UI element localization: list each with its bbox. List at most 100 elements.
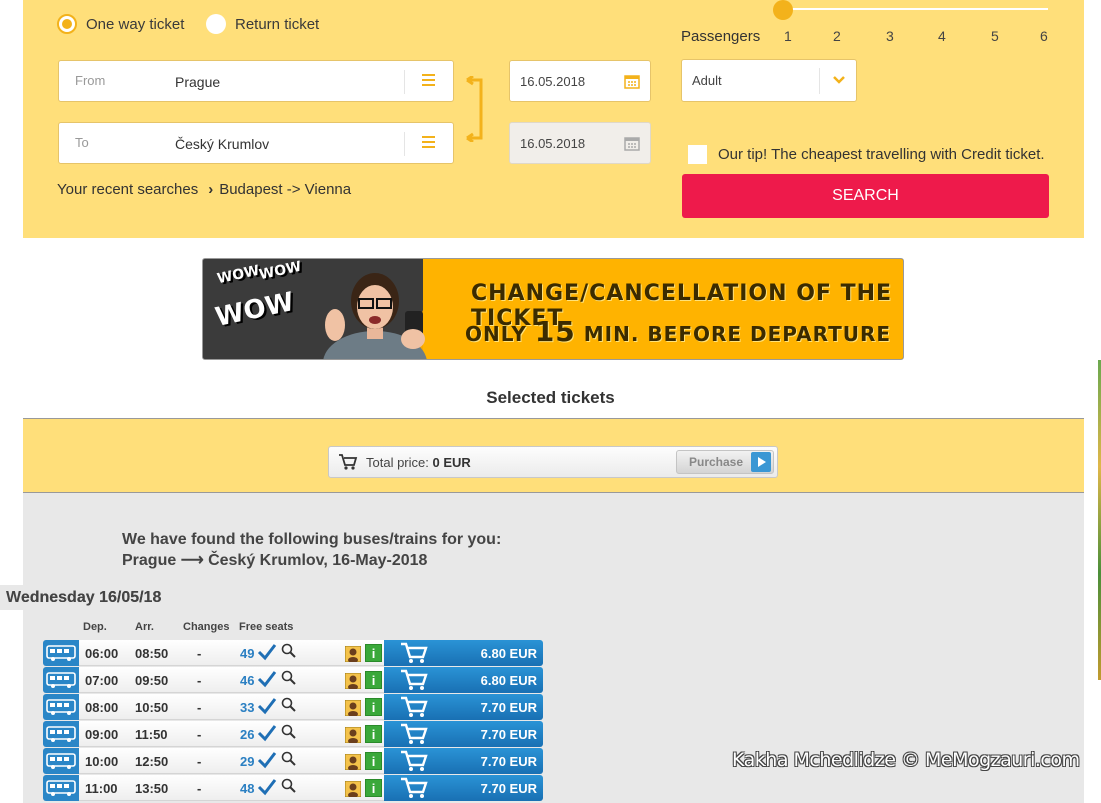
divider <box>404 132 405 156</box>
depart-date-value: 16.05.2018 <box>520 74 586 89</box>
swap-icon[interactable] <box>465 76 487 142</box>
chevron-down-icon <box>833 76 845 84</box>
promo-banner[interactable]: WOW WOW WOW CHANGE/CANCELLATION OF THE T… <box>202 258 904 360</box>
departure-time: 10:00 <box>85 754 119 769</box>
row-details: 06:00 08:50 - 49 i <box>79 640 384 666</box>
radio-selected-icon <box>57 14 77 34</box>
info-icon[interactable]: i <box>365 671 382 689</box>
return-radio[interactable]: Return ticket <box>206 14 319 34</box>
row-details: 10:00 12:50 - 29 i <box>79 748 384 774</box>
search-icon[interactable] <box>281 724 297 745</box>
info-icon[interactable]: i <box>365 752 382 770</box>
table-row[interactable]: 07:00 09:50 - 46 i 6.80 EUR <box>43 667 543 693</box>
changes-value: - <box>197 727 202 742</box>
passenger-count-1[interactable]: 1 <box>784 28 792 44</box>
search-icon[interactable] <box>281 751 297 772</box>
check-icon <box>257 724 277 747</box>
list-icon[interactable] <box>422 136 435 150</box>
passengers-label: Passengers <box>681 28 761 45</box>
search-icon[interactable] <box>281 697 297 718</box>
changes-value: - <box>197 781 202 796</box>
passenger-count-2[interactable]: 2 <box>833 28 841 44</box>
departure-time: 06:00 <box>85 646 119 661</box>
search-button[interactable]: SEARCH <box>682 174 1049 218</box>
info-icon[interactable]: i <box>365 725 382 743</box>
calendar-icon[interactable] <box>624 73 640 89</box>
table-row[interactable]: 11:00 13:50 - 48 i 7.70 EUR <box>43 775 543 801</box>
bus-icon <box>43 721 79 747</box>
passengers-slider-handle[interactable] <box>773 0 793 20</box>
free-seats-value: 46 <box>240 673 255 688</box>
one-way-radio[interactable]: One way ticket <box>57 14 184 34</box>
to-value: Český Krumlov <box>175 136 270 152</box>
basket-bar: Total price: 0 EUR Purchase <box>328 446 778 478</box>
table-row[interactable]: 10:00 12:50 - 29 i 7.70 EUR <box>43 748 543 774</box>
passengers-slider-track[interactable] <box>784 8 1048 10</box>
free-seats-value: 49 <box>240 646 255 661</box>
arrival-time: 12:50 <box>135 754 169 769</box>
play-arrow-icon <box>751 452 771 472</box>
passenger-count-6[interactable]: 6 <box>1040 28 1048 44</box>
page-margin <box>0 0 23 803</box>
column-header-dep: Dep. <box>83 621 107 633</box>
divider <box>819 68 820 94</box>
buy-ticket-button[interactable]: 7.70 EUR <box>384 721 543 747</box>
ticket-price: 7.70 EUR <box>480 700 537 715</box>
divider <box>404 70 405 94</box>
buy-ticket-button[interactable]: 6.80 EUR <box>384 640 543 666</box>
calendar-icon[interactable] <box>624 135 640 151</box>
passenger-count-5[interactable]: 5 <box>991 28 999 44</box>
day-header: Wednesday 16/05/18 <box>6 589 162 606</box>
search-icon[interactable] <box>281 778 297 799</box>
total-price-label: Total price: <box>366 455 429 470</box>
search-icon[interactable] <box>281 643 297 664</box>
selected-tickets-title: Selected tickets <box>486 388 615 407</box>
departure-time: 08:00 <box>85 700 119 715</box>
conductor-icon <box>344 645 362 663</box>
column-header-changes: Changes <box>183 621 230 633</box>
buy-ticket-button[interactable]: 6.80 EUR <box>384 667 543 693</box>
passenger-count-3[interactable]: 3 <box>886 28 894 44</box>
table-row[interactable]: 06:00 08:50 - 49 i 6.80 EUR <box>43 640 543 666</box>
changes-value: - <box>197 754 202 769</box>
check-icon <box>257 751 277 774</box>
ticket-price: 7.70 EUR <box>480 727 537 742</box>
buy-ticket-button[interactable]: 7.70 EUR <box>384 748 543 774</box>
buy-ticket-button[interactable]: 7.70 EUR <box>384 775 543 801</box>
recent-route-link[interactable]: Budapest -> Vienna <box>219 181 351 198</box>
from-label: From <box>75 73 106 88</box>
row-details: 09:00 11:50 - 26 i <box>79 721 384 747</box>
depart-date-field[interactable]: 16.05.2018 <box>509 60 651 102</box>
arrival-time: 09:50 <box>135 673 169 688</box>
buy-ticket-button[interactable]: 7.70 EUR <box>384 694 543 720</box>
purchase-label: Purchase <box>689 455 744 469</box>
passenger-type-select[interactable]: Adult <box>681 59 857 102</box>
excited-woman-image <box>323 273 427 359</box>
info-icon[interactable]: i <box>365 779 382 797</box>
banner-wow: WOW <box>215 262 261 288</box>
banner-subline-post: MIN. BEFORE DEPARTURE <box>583 322 892 346</box>
table-row[interactable]: 08:00 10:50 - 33 i 7.70 EUR <box>43 694 543 720</box>
credit-tip: Our tip! The cheapest travelling with Cr… <box>688 145 1045 164</box>
info-icon[interactable]: i <box>365 644 382 662</box>
from-field[interactable]: From Prague <box>58 60 454 102</box>
list-icon[interactable] <box>422 74 435 88</box>
to-field[interactable]: To Český Krumlov <box>58 122 454 164</box>
conductor-icon <box>344 726 362 744</box>
return-date-field[interactable]: 16.05.2018 <box>509 122 651 164</box>
bus-icon <box>43 748 79 774</box>
purchase-button[interactable]: Purchase <box>676 450 774 474</box>
conductor-icon <box>344 753 362 771</box>
watermark: Kakha Mchedlidze © MeMogzauri.com <box>732 749 1080 771</box>
info-icon[interactable]: i <box>365 698 382 716</box>
search-icon[interactable] <box>281 670 297 691</box>
ticket-price: 7.70 EUR <box>480 781 537 796</box>
check-icon <box>257 697 277 720</box>
free-seats-value: 29 <box>240 754 255 769</box>
credit-tip-checkbox[interactable] <box>688 145 707 164</box>
passenger-count-4[interactable]: 4 <box>938 28 946 44</box>
changes-value: - <box>197 673 202 688</box>
table-row[interactable]: 09:00 11:50 - 26 i 7.70 EUR <box>43 721 543 747</box>
total-price-value: 0 EUR <box>432 455 471 470</box>
free-seats-value: 48 <box>240 781 255 796</box>
